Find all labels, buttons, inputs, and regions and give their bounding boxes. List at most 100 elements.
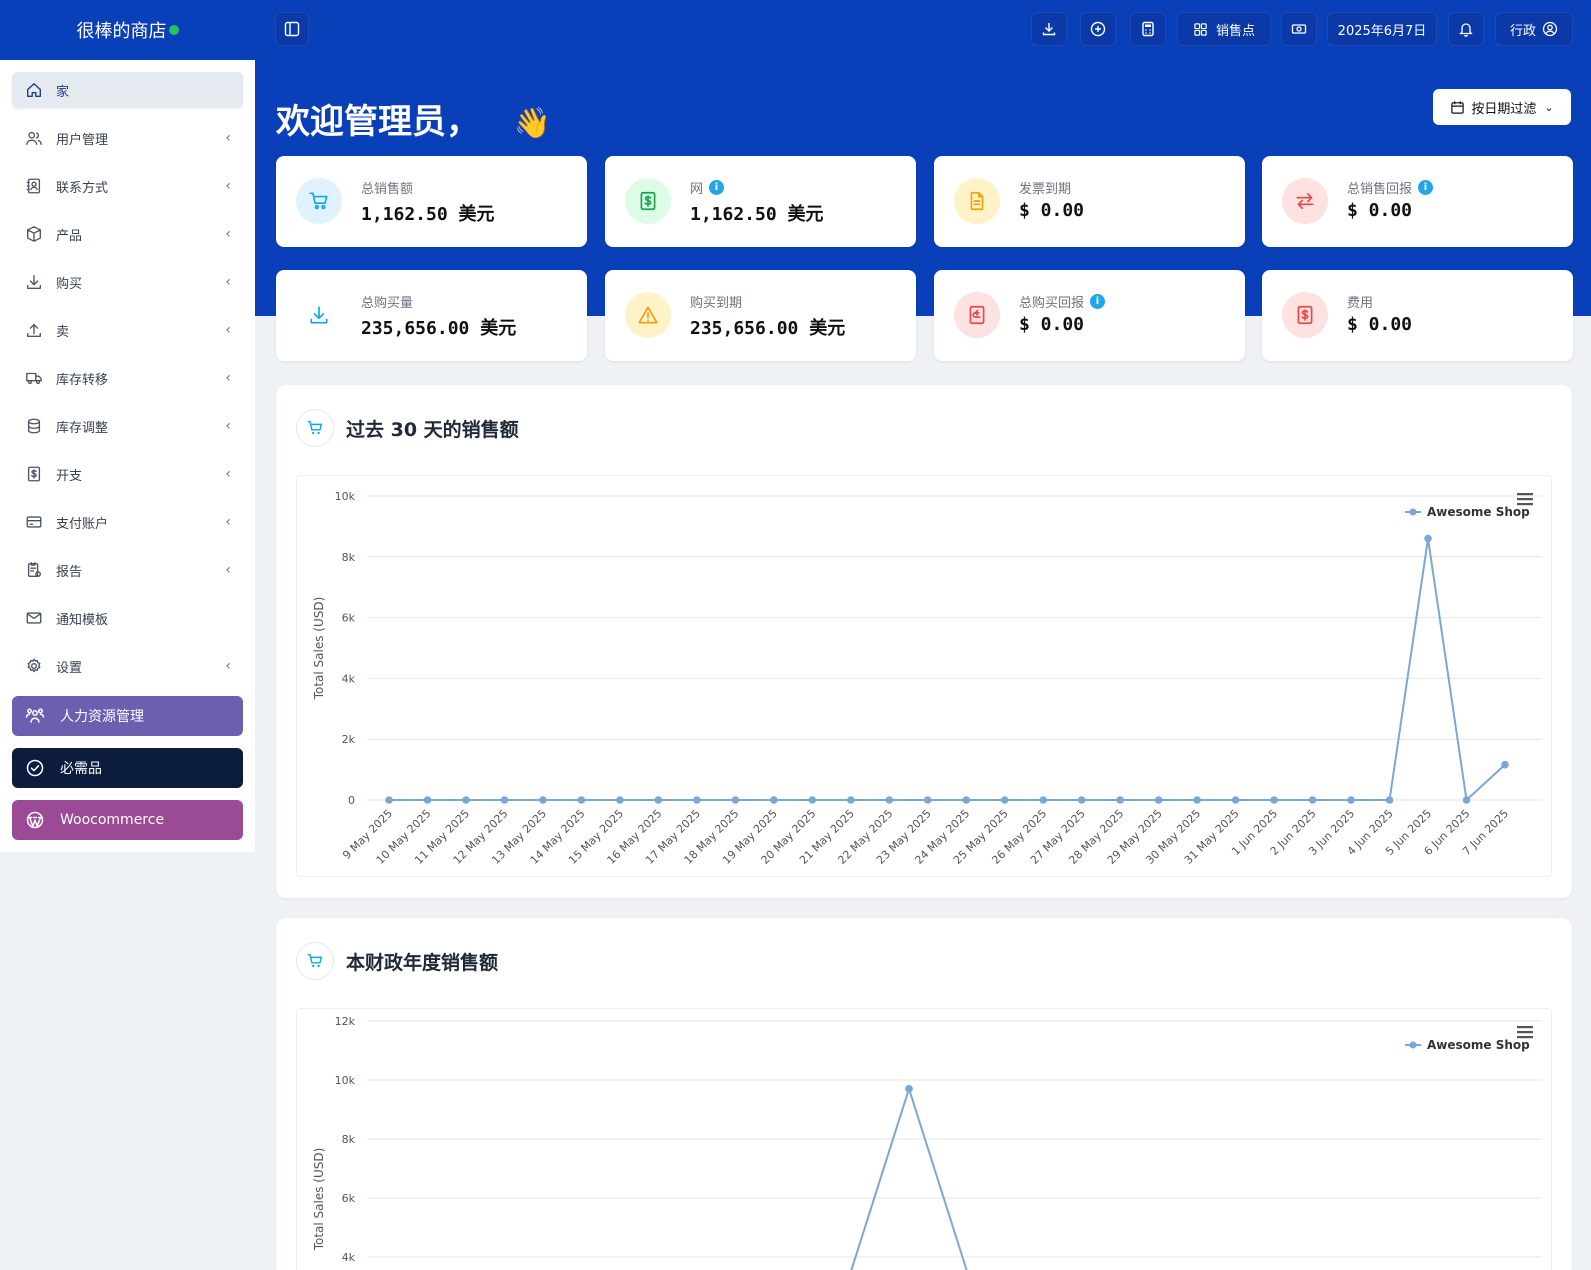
chevron-left-icon: ‹ (225, 466, 231, 482)
sidebar-special-item[interactable]: 必需品 (12, 748, 243, 788)
data-point[interactable] (1270, 796, 1278, 804)
data-point[interactable] (962, 796, 971, 804)
data-point[interactable] (1039, 796, 1048, 804)
info-icon[interactable]: i (1090, 294, 1106, 309)
legend-label: Awesome Shop (1427, 1038, 1530, 1052)
sidebar-item[interactable]: 联系方式 ‹ (12, 168, 243, 204)
stat-label: 总购买量 (361, 292, 413, 311)
data-point[interactable] (1116, 796, 1124, 804)
data-point[interactable] (577, 796, 586, 804)
y-tick-label: 8k (342, 551, 356, 564)
sidebar-item[interactable]: 支付账户 ‹ (12, 504, 243, 540)
current-date[interactable]: 2025年6月7日 (1327, 12, 1437, 46)
cash-register-button[interactable] (1281, 12, 1317, 46)
add-button[interactable] (1080, 12, 1116, 46)
stat-card: 总销售回报 i $ 0.00 (1262, 156, 1573, 247)
data-point[interactable] (905, 1085, 913, 1093)
data-point[interactable] (1347, 796, 1355, 804)
data-point[interactable] (500, 796, 509, 804)
y-tick-label: 12k (335, 1015, 356, 1028)
sidebar-item[interactable]: 报告 ‹ (12, 552, 243, 588)
receipt-icon (24, 464, 44, 484)
sidebar-special-item[interactable]: Woocommerce (12, 800, 243, 840)
data-point[interactable] (1193, 796, 1201, 804)
sidebar-item[interactable]: 设置 ‹ (12, 648, 243, 684)
sidebar-item[interactable]: 用户管理 ‹ (12, 120, 243, 156)
contact-icon (24, 176, 44, 196)
stat-label: 网i (690, 178, 725, 197)
sidebar-item[interactable]: 库存转移 ‹ (12, 360, 243, 396)
cart-icon (296, 942, 334, 980)
data-point[interactable] (539, 796, 547, 804)
sales-last-30-days-panel: 过去 30 天的销售额 10k 8k 6k 4k 2k 0 Total Sales (USD… (276, 385, 1572, 898)
data-point[interactable] (808, 796, 817, 804)
sidebar-item[interactable]: 购买 ‹ (12, 264, 243, 300)
y-tick-label: 6k (342, 1192, 356, 1205)
sidebar-item-label: 库存转移 (56, 372, 109, 388)
data-point[interactable] (693, 796, 701, 804)
sidebar-item[interactable]: 家 (12, 72, 243, 108)
brand[interactable]: 很棒的商店 (0, 0, 255, 60)
date-label: 2025年6月7日 (1337, 23, 1427, 39)
notifications-button[interactable] (1448, 12, 1484, 46)
chevron-left-icon: ‹ (225, 370, 231, 386)
date-filter-label: 按日期过滤 (1471, 101, 1537, 117)
data-point[interactable] (1424, 534, 1432, 543)
info-icon[interactable]: i (1418, 180, 1434, 195)
pos-button[interactable]: 销售点 (1177, 12, 1271, 46)
series-line (850, 1085, 968, 1270)
chevron-left-icon: ‹ (225, 130, 231, 146)
chart-container: 12k 10k 8k 6k 4k Total Sales (USD) Awesome Sho… (296, 1008, 1552, 1270)
data-point[interactable] (1154, 796, 1163, 804)
stat-value: $ 0.00 (1019, 314, 1085, 335)
welcome-heading: 欢迎管理员， 👋 (276, 94, 551, 143)
sidebar-item[interactable]: 开支 ‹ (12, 456, 243, 492)
data-point[interactable] (616, 796, 624, 804)
stat-card: 费用 $ 0.00 (1262, 270, 1573, 361)
calendar-icon (1451, 100, 1465, 114)
date-filter-button[interactable]: 按日期过滤 ⌄ (1433, 89, 1571, 125)
calculator-button[interactable] (1130, 12, 1166, 46)
data-point[interactable] (385, 796, 393, 804)
download-icon (1042, 23, 1056, 36)
data-point[interactable] (1462, 796, 1471, 804)
data-point[interactable] (1231, 796, 1240, 804)
sidebar-item-label: 产品 (56, 228, 83, 244)
series-line (389, 538, 1506, 803)
download-button[interactable] (1031, 12, 1067, 46)
user-menu-button[interactable]: 行政 (1495, 12, 1573, 46)
data-point[interactable] (885, 796, 894, 804)
chevron-left-icon: ‹ (225, 226, 231, 242)
chart-menu-icon[interactable] (1517, 493, 1533, 506)
data-point[interactable] (923, 796, 932, 804)
data-point[interactable] (462, 796, 470, 804)
data-point[interactable] (1000, 796, 1009, 804)
data-point[interactable] (1308, 796, 1317, 804)
data-point[interactable] (770, 796, 778, 804)
chevron-left-icon: ‹ (225, 418, 231, 434)
sidebar-item[interactable]: 产品 ‹ (12, 216, 243, 252)
truck-icon (24, 368, 44, 388)
welcome-text: 欢迎管理员， (276, 102, 480, 142)
stat-value: $ 0.00 (1347, 200, 1413, 221)
user-name: 行政 (1509, 23, 1536, 39)
data-point[interactable] (423, 796, 432, 804)
return-icon (954, 292, 1000, 338)
data-point[interactable] (654, 796, 663, 804)
mail-icon (24, 608, 44, 628)
data-point[interactable] (1385, 796, 1394, 804)
team-icon (24, 705, 46, 727)
chart-menu-icon[interactable] (1517, 1026, 1533, 1039)
data-point[interactable] (1501, 760, 1509, 769)
data-point[interactable] (1077, 796, 1086, 804)
sidebar-toggle-button[interactable] (275, 12, 309, 46)
data-point[interactable] (846, 796, 855, 804)
sidebar-item[interactable]: 通知模板 (12, 600, 243, 636)
sidebar-item[interactable]: 库存调整 ‹ (12, 408, 243, 444)
info-icon[interactable]: i (709, 180, 725, 195)
y-tick-label: 6k (342, 612, 356, 625)
stat-card: 总购买回报 i $ 0.00 (934, 270, 1245, 361)
sidebar-special-item[interactable]: 人力资源管理 (12, 696, 243, 736)
data-point[interactable] (731, 796, 740, 804)
sidebar-item[interactable]: 卖 ‹ (12, 312, 243, 348)
